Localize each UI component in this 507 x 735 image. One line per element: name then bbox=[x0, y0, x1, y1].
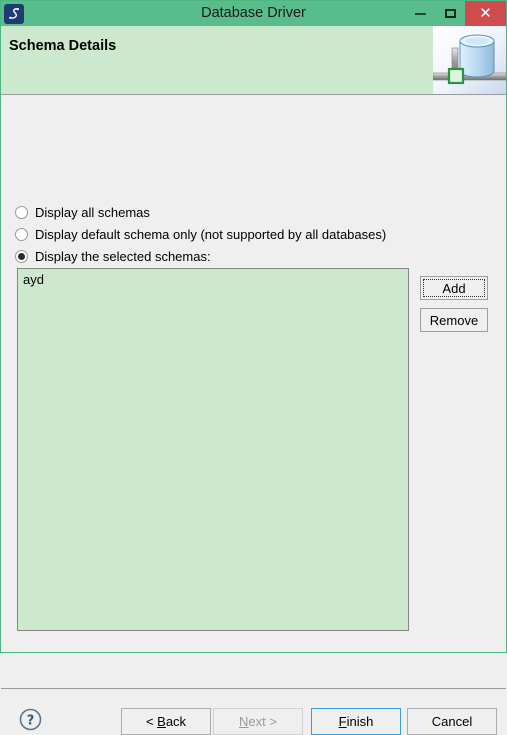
database-driver-dialog: Database Driver ✕ Schema Details Display… bbox=[0, 0, 507, 735]
dialog-body: Display all schemas Display default sche… bbox=[1, 95, 506, 735]
title-bar[interactable]: Database Driver ✕ bbox=[1, 1, 506, 26]
back-button[interactable]: < Back bbox=[121, 708, 211, 735]
svg-text:?: ? bbox=[27, 713, 35, 728]
cancel-button[interactable]: Cancel bbox=[407, 708, 497, 735]
radio-label-display-default-schema-only: Display default schema only (not support… bbox=[35, 226, 387, 242]
cancel-button-label: Cancel bbox=[431, 714, 473, 729]
finish-button-label: Finish bbox=[338, 714, 374, 729]
remove-button-label: Remove bbox=[429, 312, 479, 328]
minimize-icon bbox=[414, 12, 426, 15]
radio-icon-unchecked bbox=[15, 227, 28, 241]
radio-icon-checked bbox=[15, 249, 28, 263]
back-button-label: < Back bbox=[145, 714, 187, 729]
radio-icon-unchecked bbox=[15, 205, 28, 219]
maximize-button[interactable] bbox=[435, 1, 465, 26]
radio-label-display-all-schemas: Display all schemas bbox=[35, 204, 150, 220]
database-cylinder-icon bbox=[433, 26, 506, 94]
close-icon: ✕ bbox=[479, 4, 492, 22]
maximize-icon bbox=[444, 9, 456, 18]
radio-display-all-schemas[interactable]: Display all schemas bbox=[15, 203, 150, 221]
minimize-button[interactable] bbox=[405, 1, 435, 26]
remove-button[interactable]: Remove bbox=[420, 308, 488, 332]
window-controls: ✕ bbox=[405, 1, 506, 26]
finish-button[interactable]: Finish bbox=[311, 708, 401, 735]
radio-label-display-selected-schemas: Display the selected schemas: bbox=[35, 248, 211, 264]
radio-display-selected-schemas[interactable]: Display the selected schemas: bbox=[15, 247, 211, 265]
next-button-label: Next > bbox=[239, 714, 277, 729]
radio-display-default-schema-only[interactable]: Display default schema only (not support… bbox=[15, 225, 386, 243]
dialog-header: Schema Details bbox=[1, 26, 506, 95]
add-button[interactable]: Add bbox=[420, 276, 488, 300]
app-icon bbox=[4, 3, 24, 24]
add-button-label: Add bbox=[442, 280, 466, 296]
next-button[interactable]: Next > bbox=[213, 708, 303, 735]
page-title: Schema Details bbox=[9, 38, 117, 54]
help-icon[interactable]: ? bbox=[18, 707, 43, 732]
list-item[interactable]: ayd bbox=[18, 269, 408, 287]
schema-list[interactable]: ayd bbox=[17, 268, 409, 631]
close-button[interactable]: ✕ bbox=[465, 1, 506, 26]
footer-separator bbox=[1, 688, 506, 689]
